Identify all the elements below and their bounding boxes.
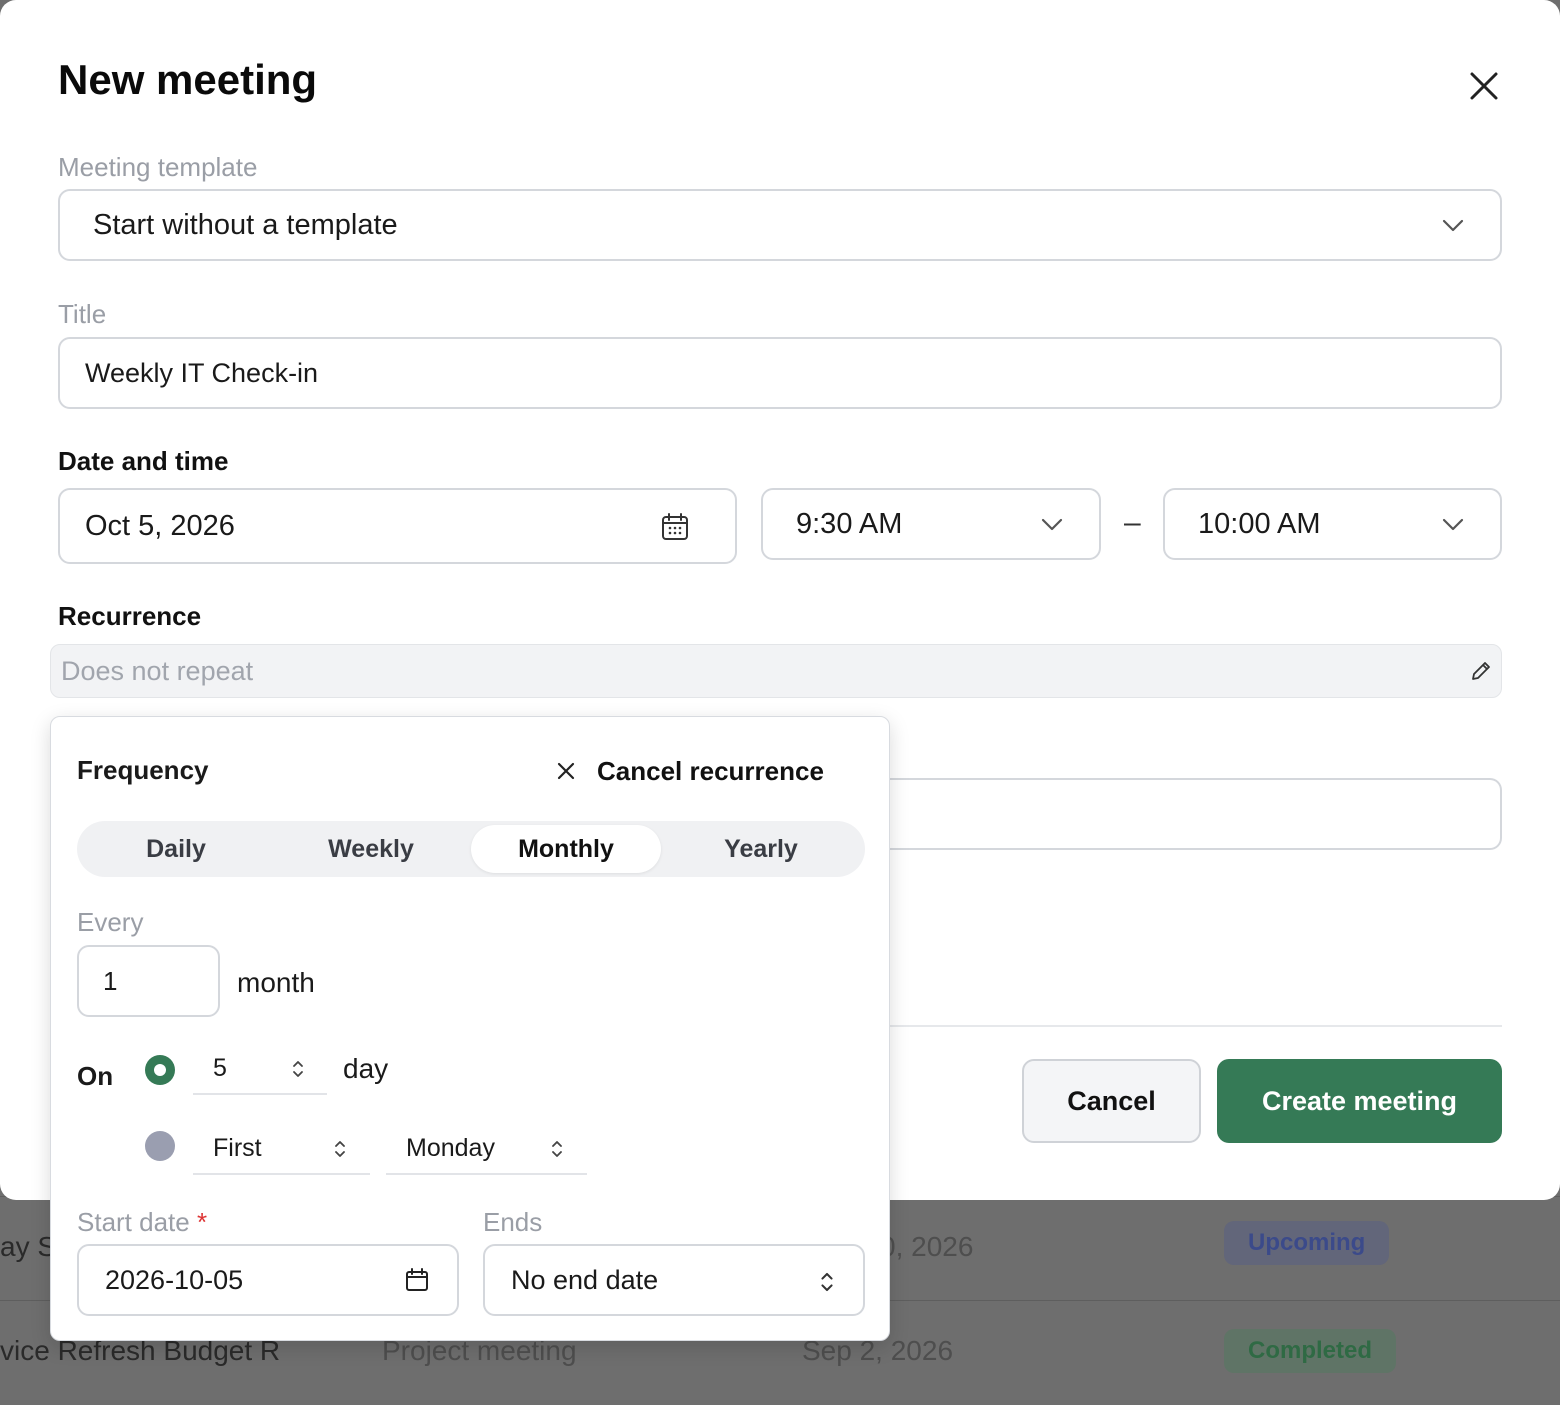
up-down-chevron-icon bbox=[293, 1061, 303, 1077]
start-date-value: 2026-10-05 bbox=[105, 1264, 244, 1295]
tab-daily[interactable]: Daily bbox=[81, 825, 271, 873]
interval-value: 1 bbox=[103, 965, 118, 996]
ends-select[interactable]: No end date bbox=[483, 1244, 865, 1316]
calendar-icon[interactable] bbox=[660, 512, 690, 542]
template-value: Start without a template bbox=[93, 208, 398, 241]
on-label: On bbox=[77, 1061, 114, 1091]
weekday-value: Monday bbox=[406, 1133, 495, 1162]
tab-yearly[interactable]: Yearly bbox=[666, 825, 856, 873]
footer-divider bbox=[880, 1025, 1502, 1027]
start-time-value: 9:30 AM bbox=[796, 507, 903, 540]
close-icon[interactable] bbox=[1464, 66, 1504, 106]
chevron-down-icon bbox=[1041, 518, 1063, 531]
cancel-button[interactable]: Cancel bbox=[1022, 1059, 1201, 1143]
description-input[interactable] bbox=[880, 778, 1502, 850]
recurrence-popover: Frequency Cancel recurrence Daily Weekly… bbox=[50, 716, 890, 1341]
weekday-select[interactable]: Monday bbox=[386, 1123, 587, 1175]
date-input[interactable]: Oct 5, 2026 bbox=[58, 488, 737, 564]
up-down-chevron-icon bbox=[335, 1141, 345, 1157]
tab-monthly[interactable]: Monthly bbox=[471, 825, 661, 873]
list-item-date: 0, 2026 bbox=[880, 1231, 974, 1262]
weekday-radio[interactable] bbox=[145, 1131, 175, 1161]
date-time-label: Date and time bbox=[58, 446, 229, 476]
end-time-value: 10:00 AM bbox=[1198, 507, 1321, 540]
create-meeting-button[interactable]: Create meeting bbox=[1217, 1059, 1502, 1143]
frequency-title: Frequency bbox=[77, 755, 209, 785]
cancel-recurrence-button[interactable]: Cancel recurrence bbox=[555, 753, 824, 789]
up-down-chevron-icon bbox=[821, 1272, 833, 1292]
ends-value: No end date bbox=[511, 1264, 659, 1295]
pencil-icon[interactable] bbox=[1469, 659, 1493, 683]
interval-input[interactable]: 1 bbox=[77, 945, 220, 1017]
recurrence-value: Does not repeat bbox=[61, 655, 254, 686]
tab-weekly[interactable]: Weekly bbox=[276, 825, 466, 873]
ordinal-value: First bbox=[213, 1133, 262, 1162]
end-time-select[interactable]: 10:00 AM bbox=[1163, 488, 1502, 560]
start-date-input[interactable]: 2026-10-05 bbox=[77, 1244, 459, 1316]
template-select[interactable]: Start without a template bbox=[58, 189, 1502, 261]
chevron-down-icon bbox=[1442, 518, 1464, 531]
date-value: Oct 5, 2026 bbox=[85, 509, 235, 542]
list-item-title: ay S bbox=[0, 1231, 57, 1262]
calendar-icon[interactable] bbox=[405, 1268, 429, 1292]
title-label: Title bbox=[58, 299, 107, 329]
day-of-month-select[interactable]: 5 bbox=[193, 1043, 327, 1095]
every-label: Every bbox=[77, 907, 144, 937]
cancel-recurrence-label: Cancel recurrence bbox=[597, 755, 824, 786]
interval-unit: month bbox=[237, 967, 315, 998]
title-input[interactable]: Weekly IT Check-in bbox=[58, 337, 1502, 409]
day-suffix: day bbox=[343, 1053, 389, 1084]
day-of-month-value: 5 bbox=[213, 1053, 227, 1082]
required-mark: * bbox=[196, 1207, 208, 1237]
ordinal-select[interactable]: First bbox=[193, 1123, 370, 1175]
title-value: Weekly IT Check-in bbox=[85, 357, 319, 388]
status-badge: Upcoming bbox=[1224, 1221, 1390, 1265]
start-date-label: Start date * bbox=[77, 1207, 207, 1238]
recurrence-label: Recurrence bbox=[58, 601, 202, 631]
ends-label: Ends bbox=[483, 1207, 543, 1237]
day-of-month-radio[interactable] bbox=[145, 1055, 175, 1085]
start-time-select[interactable]: 9:30 AM bbox=[761, 488, 1101, 560]
status-badge: Completed bbox=[1224, 1329, 1397, 1373]
dialog-title: New meeting bbox=[58, 56, 318, 103]
time-range-separator: – bbox=[1124, 506, 1141, 539]
frequency-segmented-control: Daily Weekly Monthly Yearly bbox=[77, 821, 865, 877]
chevron-down-icon bbox=[1442, 219, 1464, 232]
start-date-label-text: Start date bbox=[77, 1207, 190, 1237]
recurrence-field[interactable]: Does not repeat bbox=[50, 644, 1502, 698]
template-label: Meeting template bbox=[58, 152, 258, 182]
close-icon bbox=[557, 762, 575, 780]
up-down-chevron-icon bbox=[552, 1141, 562, 1157]
